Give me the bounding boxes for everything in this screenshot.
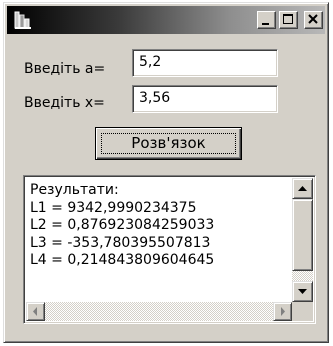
label-x: Введіть x=	[24, 95, 105, 111]
horizontal-scrollbar[interactable]	[26, 302, 292, 321]
minimize-button[interactable]	[257, 11, 276, 29]
result-line-l3: L3 = -353,780395507813	[30, 234, 211, 251]
scroll-corner	[292, 302, 313, 321]
solve-button[interactable]: Розв'язок	[95, 127, 242, 160]
scroll-right-button[interactable]	[273, 302, 292, 321]
results-heading: Результати:	[30, 182, 119, 198]
results-text: Результати: L1 = 9342,9990234375 L2 = 0,…	[30, 182, 214, 270]
input-x[interactable]: 3,56	[132, 85, 278, 113]
main-window: Введіть a= 5,2 Введіть x= 3,56 Розв'язок…	[3, 2, 329, 343]
app-icon[interactable]	[13, 10, 35, 30]
solve-button-label: Розв'язок	[131, 134, 206, 152]
maximize-icon	[283, 14, 293, 24]
result-line-l2: L2 = 0,876923084259033	[30, 217, 215, 233]
arrow-left-icon	[33, 307, 37, 316]
close-icon	[308, 14, 318, 24]
vertical-scroll-thumb[interactable]	[292, 199, 313, 271]
scroll-down-button[interactable]	[292, 281, 313, 302]
results-memo[interactable]: Результати: L1 = 9342,9990234375 L2 = 0,…	[23, 175, 316, 324]
horizontal-scroll-track[interactable]	[45, 302, 273, 321]
title-bar[interactable]	[7, 6, 325, 34]
scroll-up-button[interactable]	[292, 178, 313, 199]
arrow-down-icon	[298, 289, 307, 294]
vertical-scrollbar[interactable]	[292, 178, 313, 302]
result-line-l4: L4 = 0,214843809604645	[30, 252, 215, 268]
result-line-l1: L1 = 9342,9990234375	[30, 199, 197, 216]
arrow-up-icon	[298, 186, 307, 191]
label-a: Введіть a=	[24, 61, 106, 77]
scroll-left-button[interactable]	[26, 302, 45, 321]
vertical-scroll-track[interactable]	[292, 271, 313, 281]
arrow-right-icon	[281, 307, 285, 316]
input-a[interactable]: 5,2	[132, 49, 278, 77]
minimize-icon	[262, 23, 269, 25]
maximize-button[interactable]	[279, 11, 298, 29]
close-button[interactable]	[304, 11, 323, 29]
